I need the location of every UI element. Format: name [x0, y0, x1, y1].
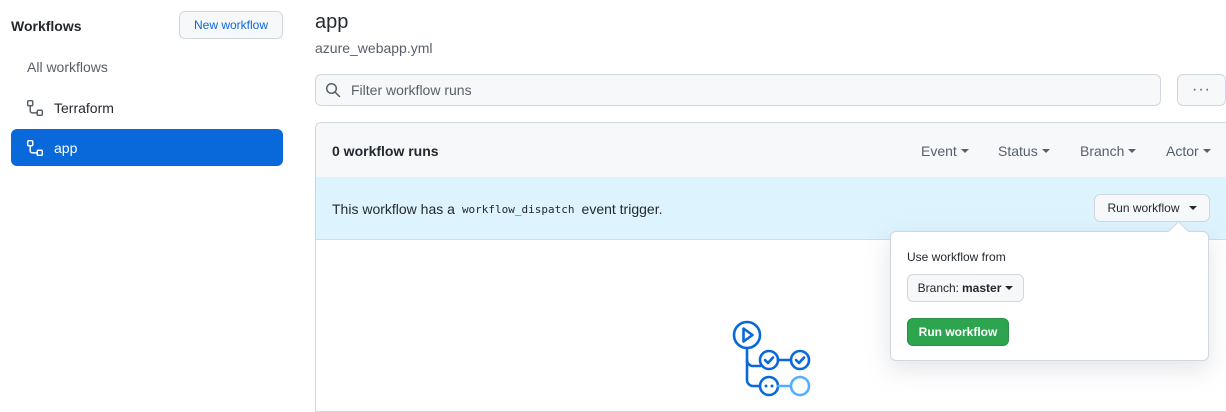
dispatch-code: workflow_dispatch [461, 202, 575, 216]
actor-filter-label: Actor [1166, 143, 1199, 159]
workflow-filename: azure_webapp.yml [315, 40, 433, 56]
page-title: app [315, 11, 349, 33]
caret-down-icon [1005, 286, 1014, 290]
branch-filter-dropdown[interactable]: Branch [1080, 143, 1137, 159]
actor-filter-dropdown[interactable]: Actor [1166, 143, 1211, 159]
kebab-horizontal-icon: ··· [1192, 81, 1211, 98]
dispatch-text-before: This workflow has a [332, 201, 455, 217]
status-filter-dropdown[interactable]: Status [998, 143, 1050, 159]
sidebar-item-all-workflows[interactable]: All workflows [11, 48, 283, 85]
sidebar-item-terraform[interactable]: Terraform [11, 89, 283, 126]
caret-down-icon [1202, 149, 1211, 153]
event-filter-label: Event [921, 143, 957, 159]
branch-filter-label: Branch [1080, 143, 1125, 159]
branch-value: master [962, 281, 1002, 295]
caret-down-icon [1128, 149, 1137, 153]
workflow-icon [26, 139, 44, 157]
branch-prefix: Branch: [917, 281, 959, 295]
use-workflow-from-label: Use workflow from [907, 250, 1006, 264]
more-options-button[interactable]: ··· [1177, 74, 1226, 106]
workflow-icon [26, 99, 44, 117]
branch-select-button[interactable]: Branch: master [907, 274, 1024, 302]
sidebar-item-label: All workflows [27, 58, 108, 75]
caret-down-icon [1188, 206, 1197, 210]
run-workflow-dropdown-button[interactable]: Run workflow [1094, 194, 1210, 222]
run-workflow-button[interactable]: Run workflow [907, 318, 1009, 346]
event-filter-dropdown[interactable]: Event [921, 143, 969, 159]
sidebar-title: Workflows [11, 18, 82, 34]
actions-empty-state-icon [732, 320, 811, 397]
sidebar-item-app[interactable]: app [11, 129, 283, 166]
runs-header: 0 workflow runs Event Status Branch Acto… [316, 123, 1226, 178]
run-workflow-popover: Use workflow from Branch: master Run wor… [890, 231, 1209, 361]
sidebar-item-label: Terraform [54, 99, 114, 116]
sidebar: Workflows New workflow All workflows Ter… [0, 0, 295, 404]
dispatch-message: This workflow has a workflow_dispatch ev… [332, 201, 662, 217]
caret-down-icon [1041, 149, 1050, 153]
runs-count: 0 workflow runs [332, 143, 439, 159]
filter-workflow-runs[interactable] [315, 74, 1161, 106]
search-icon [325, 82, 341, 98]
status-filter-label: Status [998, 143, 1038, 159]
new-workflow-button[interactable]: New workflow [179, 11, 283, 39]
sidebar-item-label: app [54, 139, 78, 156]
filter-input[interactable] [349, 81, 1160, 99]
dispatch-text-after: event trigger. [581, 201, 663, 217]
run-workflow-label: Run workflow [1107, 201, 1180, 215]
caret-down-icon [960, 149, 969, 153]
